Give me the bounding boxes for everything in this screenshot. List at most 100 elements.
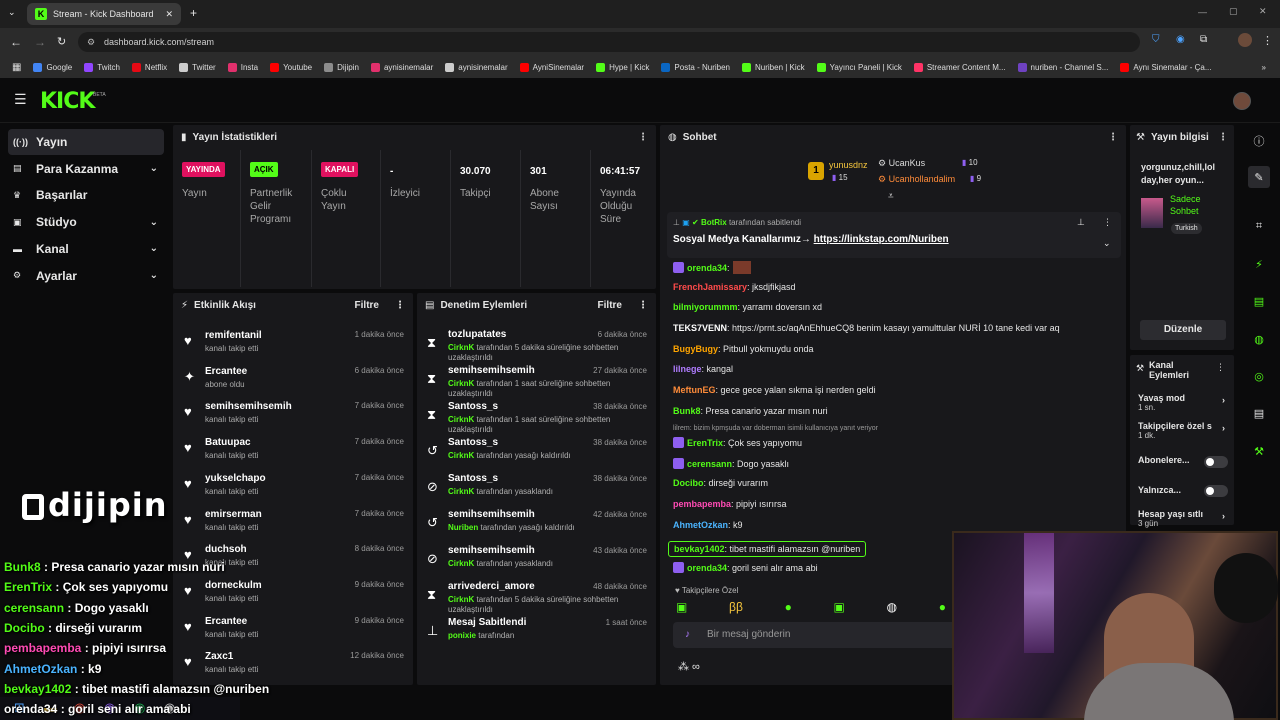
sidebar-item-para-kazanma[interactable]: ▤ Para Kazanma ⌄ xyxy=(8,156,164,182)
extension-shield-icon[interactable]: ⛉ xyxy=(1152,34,1160,45)
layout-rail-icon[interactable]: ▤ xyxy=(1248,402,1270,424)
chat-username[interactable]: orenda34 xyxy=(687,263,727,273)
address-bar[interactable]: ⚙ dashboard.kick.com/stream xyxy=(78,32,1140,52)
pinned-more-icon[interactable]: ⋮ xyxy=(1103,217,1112,228)
user-avatar[interactable] xyxy=(1233,92,1251,110)
channel-action-item[interactable]: Yavaş mod 1 sn. › xyxy=(1138,393,1228,413)
moderated-user[interactable]: Santoss_s xyxy=(448,401,498,412)
chat-username[interactable]: ErenTrix xyxy=(687,438,723,448)
moderated-user[interactable]: arrivederci_amore xyxy=(448,581,535,592)
sidebar-item-ayarlar[interactable]: ⚙ Ayarlar ⌄ xyxy=(8,263,164,289)
moderator-name[interactable]: Nuriben xyxy=(448,523,478,532)
chat-username[interactable]: orenda34 xyxy=(687,563,727,573)
wrench-rail-icon[interactable]: ⚒ xyxy=(1248,440,1270,462)
close-tab-icon[interactable]: ✕ xyxy=(165,9,173,20)
kick-logo[interactable]: KICK xyxy=(40,89,95,114)
broadcast-rail-icon[interactable]: ◎ xyxy=(1248,365,1270,387)
bookmark-item[interactable]: aynisinemalar xyxy=(445,62,508,72)
chat-rail-icon[interactable]: ◍ xyxy=(1248,328,1270,350)
activity-user[interactable]: semihsemihsemih xyxy=(205,401,292,412)
activity-user[interactable]: duchsoh xyxy=(205,544,247,555)
info-more-icon[interactable]: ⋮ xyxy=(1218,132,1228,143)
emote-icon[interactable]: ● xyxy=(939,600,946,614)
moderator-name[interactable]: CirknK xyxy=(448,487,474,496)
moderator-name[interactable]: CirknK xyxy=(448,451,474,460)
chevron-right-icon[interactable]: › xyxy=(1222,395,1225,405)
bookmark-item[interactable]: Insta xyxy=(227,62,258,72)
activity-user[interactable]: Ercantee xyxy=(205,616,247,627)
pin-icon[interactable]: ⊥ xyxy=(1077,217,1085,228)
chat-input[interactable]: ♪ Bir mesaj gönderin xyxy=(673,622,958,648)
activity-user[interactable]: dorneckulm xyxy=(205,580,262,591)
chevron-down-icon[interactable]: ⩡ xyxy=(888,191,894,202)
bookmark-item[interactable]: Google xyxy=(33,62,72,72)
maximize-icon[interactable]: ▢ xyxy=(1229,6,1238,17)
chevron-down-icon[interactable]: ⌄ xyxy=(150,163,158,174)
sidebar-item-yayn[interactable]: ((·)) Yayın xyxy=(8,129,164,155)
activity-user[interactable]: Zaxc1 xyxy=(205,651,233,662)
bookmark-item[interactable]: Yayıncı Paneli | Kick xyxy=(816,62,902,72)
pinned-link[interactable]: https://linkstap.com/Nuriben xyxy=(814,234,949,245)
edit-button[interactable]: Düzenle xyxy=(1140,320,1226,340)
apps-icon[interactable]: ▦ xyxy=(12,62,21,73)
chat-settings-icon[interactable]: ⁂ ∞ xyxy=(678,660,700,673)
moderated-user[interactable]: Santoss_s xyxy=(448,437,498,448)
activity-more-icon[interactable]: ⋮ xyxy=(395,300,405,311)
channel-action-item[interactable]: Takipçilere özel s1 dk. › xyxy=(1138,421,1228,441)
bookmark-item[interactable]: Posta - Nuriben xyxy=(661,62,730,72)
emote-icon[interactable]: ββ xyxy=(729,600,743,614)
sidebar-item-kanal[interactable]: ▬ Kanal ⌄ xyxy=(8,236,164,262)
emote-icon[interactable]: ▣ xyxy=(676,600,687,614)
moderator-name[interactable]: CirknK xyxy=(448,343,474,352)
chat-username[interactable]: BugyBugy xyxy=(673,344,718,354)
channel-action-item[interactable]: Yalnızca... xyxy=(1138,485,1228,495)
new-tab-icon[interactable]: + xyxy=(190,6,197,20)
emote-icon[interactable]: ● xyxy=(785,600,792,614)
bookmark-item[interactable]: Streamer Content M... xyxy=(913,62,1006,72)
moderation-filter-button[interactable]: Filtre xyxy=(598,300,622,311)
leader-name[interactable]: ⚙ UcanKus xyxy=(878,158,925,169)
chat-username[interactable]: bevkay1402 xyxy=(674,544,725,554)
moderated-user[interactable]: Santoss_s xyxy=(448,473,498,484)
chevron-right-icon[interactable]: › xyxy=(1222,423,1225,433)
bookmark-item[interactable]: nuriben - Channel S... xyxy=(1017,62,1108,72)
bookmark-item[interactable]: Nuriben | Kick xyxy=(742,62,805,72)
chevron-down-icon[interactable]: ⌄ xyxy=(150,270,158,281)
category-name[interactable]: Sadece Sohbet xyxy=(1170,193,1230,217)
bookmark-item[interactable]: Netflix xyxy=(131,62,167,72)
chat-username[interactable]: lilnege xyxy=(673,364,702,374)
leader-name[interactable]: ⚙ Ucanhollandalim xyxy=(878,174,955,185)
profile-avatar[interactable] xyxy=(1238,33,1252,47)
chat-username[interactable]: AhmetOzkan xyxy=(673,520,728,530)
extensions-puzzle-icon[interactable]: ⧉ xyxy=(1200,34,1207,45)
emote-icon[interactable]: ◍ xyxy=(887,600,897,614)
chat-username[interactable]: bilmiyorummm xyxy=(673,302,738,312)
site-info-icon[interactable]: ⚙ xyxy=(87,32,95,52)
activity-user[interactable]: remifentanil xyxy=(205,330,262,341)
bookmark-item[interactable]: AyniSinemalar xyxy=(519,62,584,72)
crop-icon[interactable]: ⌗ xyxy=(1248,215,1270,237)
channel-action-item[interactable]: Hesap yaşı sıtlı 3 gün › xyxy=(1138,509,1228,529)
reload-icon[interactable]: ↻ xyxy=(57,35,66,48)
extension-icon[interactable]: ◉ xyxy=(1176,34,1185,45)
moderator-name[interactable]: CirknK xyxy=(448,379,474,388)
chat-username[interactable]: FrenchJamissary xyxy=(673,282,747,292)
bookmark-item[interactable]: Dijipin xyxy=(324,62,359,72)
chat-username[interactable]: MeftunEG xyxy=(673,385,716,395)
activity-user[interactable]: emirserman xyxy=(205,509,262,520)
chat-username[interactable]: pembapemba xyxy=(673,499,731,509)
bolt-rail-icon[interactable]: ⚡ xyxy=(1248,253,1270,275)
bookmark-item[interactable]: Twitter xyxy=(179,62,216,72)
chat-username[interactable]: Bunk8 xyxy=(673,406,701,416)
activity-user[interactable]: Batuupac xyxy=(205,437,251,448)
chat-username[interactable]: cerensann xyxy=(687,459,732,469)
actions-more-icon[interactable]: ⋮ xyxy=(1216,362,1225,373)
document-rail-icon[interactable]: ▤ xyxy=(1248,290,1270,312)
moderator-name[interactable]: CirknK xyxy=(448,595,474,604)
moderated-user[interactable]: tozlupatates xyxy=(448,329,506,340)
chat-username[interactable]: TEKS7VENN xyxy=(673,323,727,333)
bookmark-item[interactable]: Twitch xyxy=(84,62,120,72)
moderator-name[interactable]: CirknK xyxy=(448,559,474,568)
info-icon[interactable]: ⓘ xyxy=(1248,130,1270,152)
activity-user[interactable]: yukselchapo xyxy=(205,473,266,484)
